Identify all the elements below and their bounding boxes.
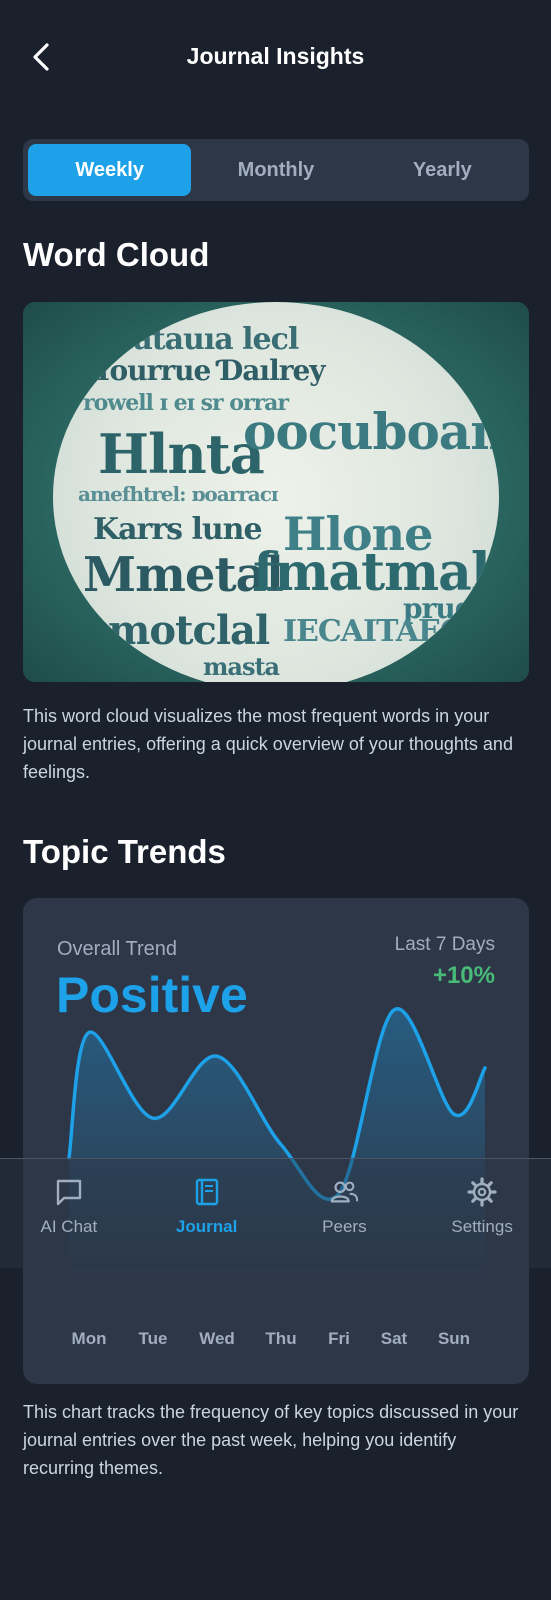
app-header: Journal Insights [0, 0, 551, 115]
topic-trend-chart [67, 1007, 487, 1288]
word-cloud-disc: Ƒatauıa lecl Yourrue Ɗaılrey rowell ɪ eɪ… [53, 302, 499, 682]
cloud-texture-word: motclal [108, 607, 270, 654]
x-tick-thu: Thu [265, 1329, 297, 1348]
cloud-texture-word: amefhtrel: ɒoarracɪ [78, 482, 279, 506]
chat-bubble-icon [54, 1177, 84, 1207]
nav-item-ai-chat[interactable]: AI Chat [0, 1159, 138, 1268]
x-tick-tue: Tue [138, 1329, 168, 1348]
nav-item-peers[interactable]: Peers [276, 1159, 414, 1268]
tab-weekly[interactable]: Weekly [28, 144, 192, 196]
bottom-navigation: AI Chat Journal Peers Settings [0, 1158, 551, 1268]
tab-monthly[interactable]: Monthly [194, 144, 357, 196]
nav-label: Settings [451, 1217, 513, 1236]
cloud-texture-word: Karrs lune [93, 512, 263, 547]
cloud-texture-word: Ƒatauıa lecl [113, 322, 299, 357]
x-tick-sun: Sun [437, 1329, 471, 1348]
nav-label: AI Chat [40, 1217, 98, 1236]
people-icon [329, 1177, 359, 1207]
cloud-texture-word: Yourrue Ɗaılrey [93, 354, 326, 387]
cloud-texture-word: Hlnta [98, 422, 265, 486]
nav-label: Peers [322, 1217, 367, 1236]
topic-trends-heading: Topic Trends [23, 833, 226, 870]
cloud-texture-word: IECAITAEC [283, 614, 464, 649]
cloud-texture-word: oocuboaın [243, 402, 499, 461]
x-tick-fri: Fri [328, 1329, 350, 1348]
x-tick-wed: Wed [199, 1329, 235, 1348]
topic-trends-card: Overall Trend Positive Last 7 Days +10% … [23, 898, 529, 1384]
nav-label: Journal [175, 1217, 238, 1236]
word-cloud-description: This word cloud visualizes the most freq… [23, 706, 513, 782]
period-segmented-control: Weekly Monthly Yearly [23, 139, 529, 201]
nav-item-settings[interactable]: Settings [413, 1159, 551, 1268]
book-icon [192, 1177, 222, 1207]
nav-item-journal[interactable]: Journal [138, 1159, 276, 1268]
word-cloud-heading: Word Cloud [23, 236, 210, 273]
tab-yearly[interactable]: Yearly [361, 144, 524, 196]
cloud-texture-word: masta [203, 652, 280, 681]
x-tick-sat: Sat [380, 1329, 408, 1348]
x-tick-mon: Mon [71, 1329, 107, 1348]
topic-trends-description: This chart tracks the frequency of key t… [23, 1402, 519, 1478]
page-title: Journal Insights [186, 43, 365, 69]
gear-icon [467, 1177, 497, 1207]
word-cloud-image: Ƒatauıa lecl Yourrue Ɗaılrey rowell ɪ eɪ… [23, 302, 529, 682]
